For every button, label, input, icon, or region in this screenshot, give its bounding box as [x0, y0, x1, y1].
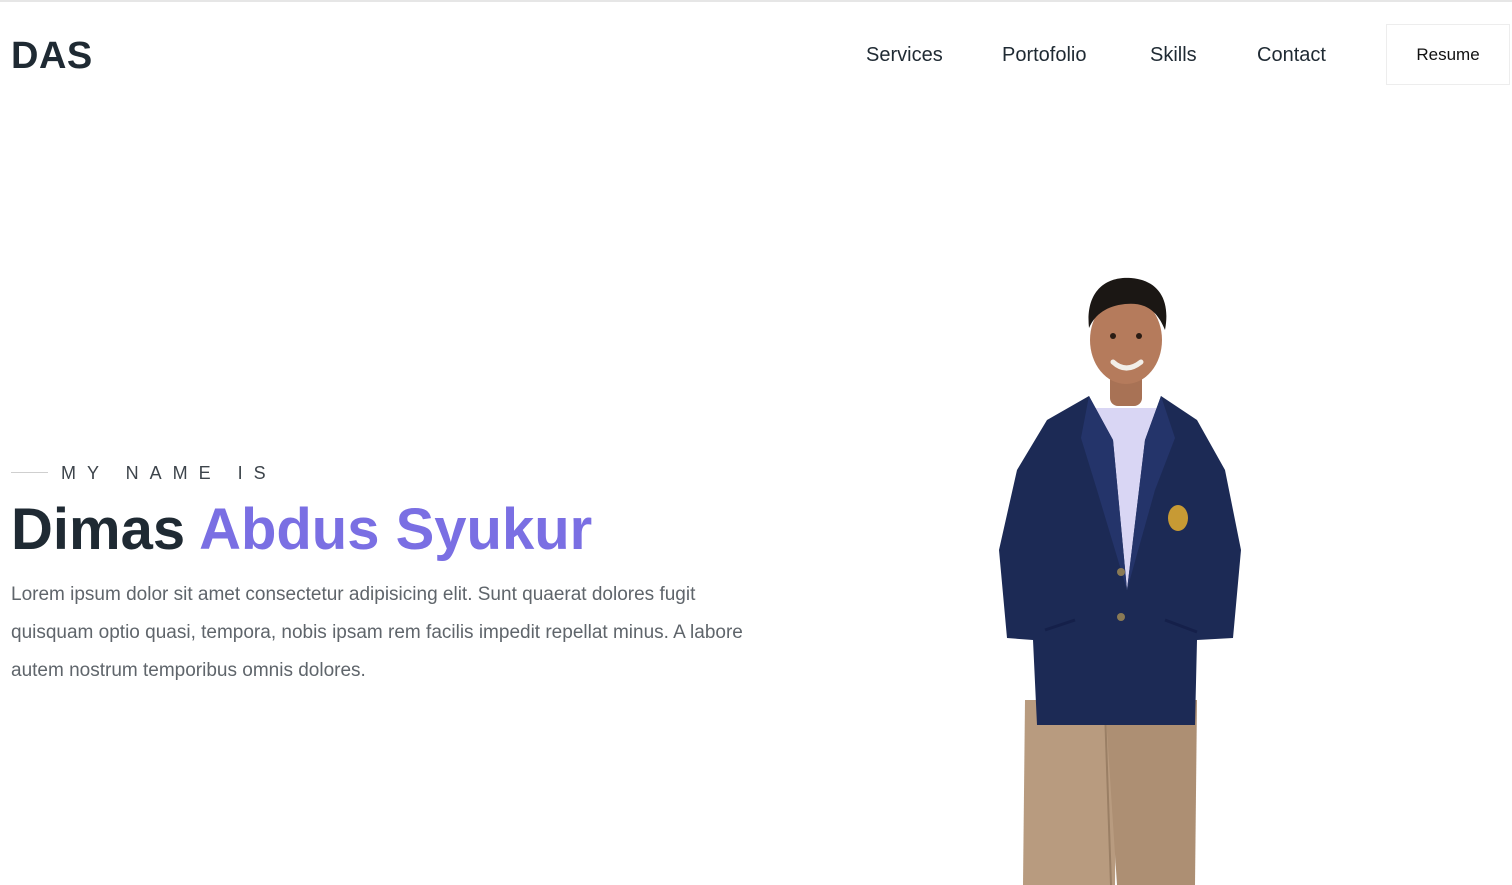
page: DAS Services Portofolio Skills Contact R… [0, 0, 1512, 885]
resume-button[interactable]: Resume [1386, 24, 1510, 85]
nav-link-services[interactable]: Services [866, 42, 943, 68]
nav-link-skills[interactable]: Skills [1150, 42, 1197, 68]
portrait-image [999, 277, 1241, 885]
hero-first-name: Dimas [11, 497, 186, 562]
hero-name: Dimas Abdus Syukur [11, 496, 592, 564]
nav-link-contact[interactable]: Contact [1257, 42, 1326, 68]
hero-accent-name: Abdus Syukur [199, 497, 593, 562]
top-divider [0, 0, 1512, 2]
head-shape [1088, 277, 1167, 384]
trousers-shape [1023, 700, 1197, 885]
site-logo[interactable]: DAS [11, 34, 93, 78]
eyebrow-line [11, 472, 48, 473]
eyebrow-text: MY NAME IS [61, 463, 277, 483]
hero-description: Lorem ipsum dolor sit amet consectetur a… [11, 584, 743, 681]
nav-link-portofolio[interactable]: Portofolio [1002, 42, 1087, 68]
